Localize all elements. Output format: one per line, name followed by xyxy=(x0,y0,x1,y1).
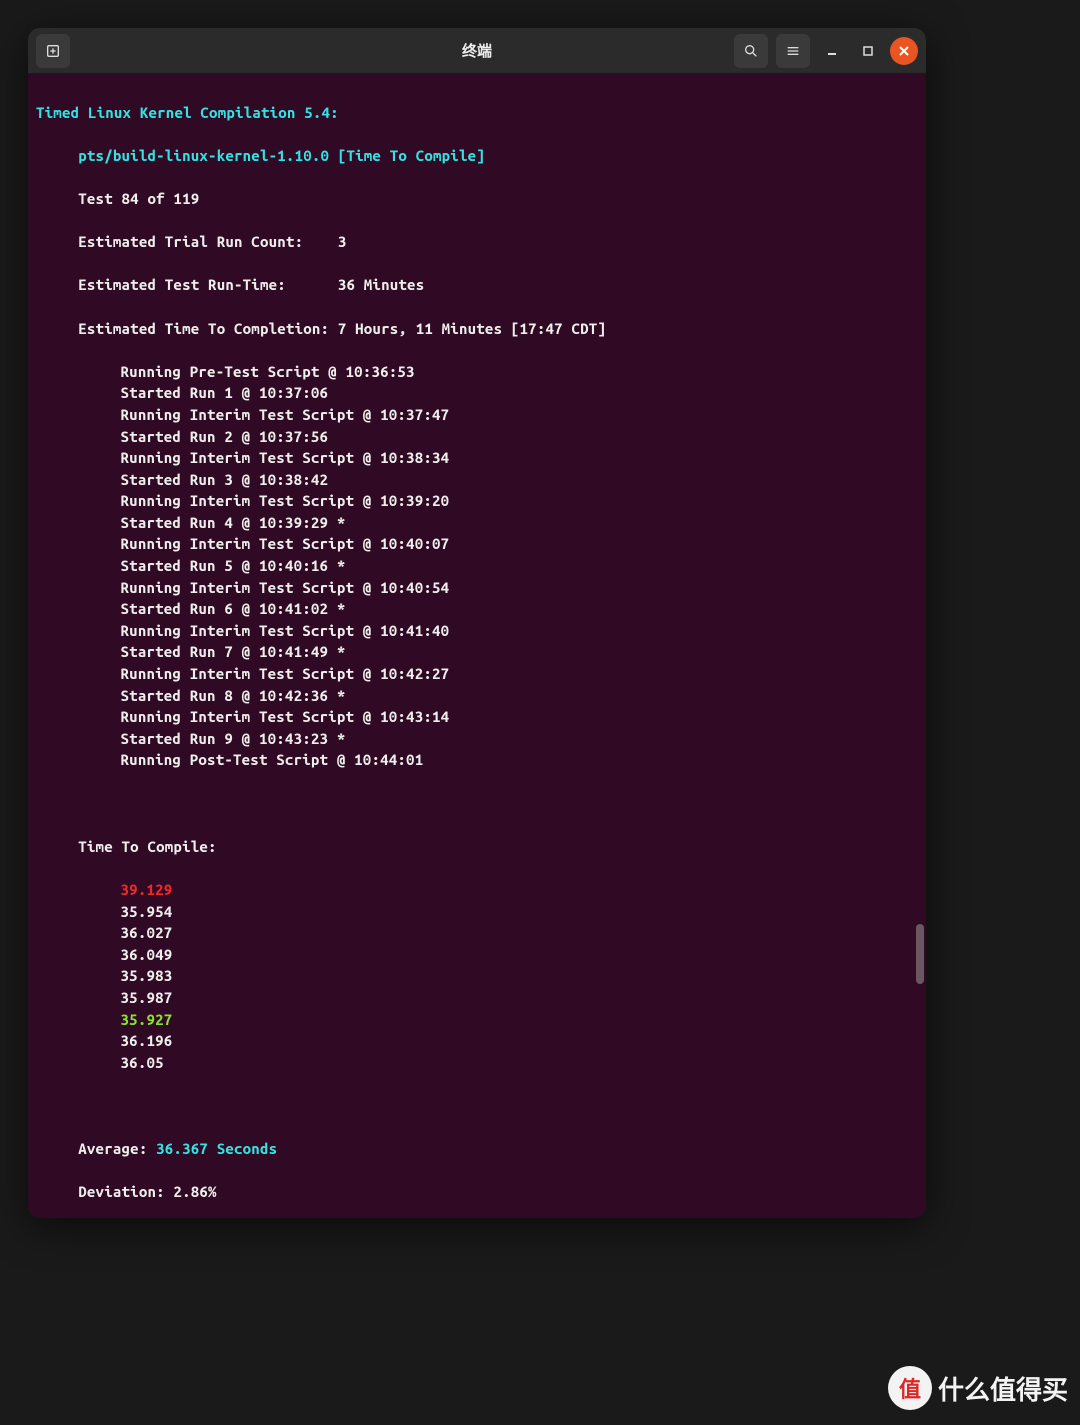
average-line: Average: 36.367 Seconds xyxy=(36,1138,920,1160)
run-log-line: Running Interim Test Script @ 10:37:47 xyxy=(36,404,920,426)
close-button[interactable] xyxy=(890,37,918,65)
run-log-line: Started Run 2 @ 10:37:56 xyxy=(36,426,920,448)
run-log-line: Running Interim Test Script @ 10:43:14 xyxy=(36,706,920,728)
compile-time: 35.983 xyxy=(36,965,920,987)
run-time: Estimated Test Run-Time: 36 Minutes xyxy=(36,274,920,296)
run-log-line: Started Run 8 @ 10:42:36 * xyxy=(36,685,920,707)
menu-button[interactable] xyxy=(776,34,810,68)
window-title: 终端 xyxy=(462,40,492,61)
run-log-line: Running Pre-Test Script @ 10:36:53 xyxy=(36,361,920,383)
benchmark-title: Timed Linux Kernel Compilation 5.4: xyxy=(36,102,920,124)
run-log-line: Running Interim Test Script @ 10:39:20 xyxy=(36,490,920,512)
titlebar: 终端 xyxy=(28,28,926,74)
run-log-line: Running Interim Test Script @ 10:40:54 xyxy=(36,577,920,599)
terminal-output[interactable]: Timed Linux Kernel Compilation 5.4: pts/… xyxy=(28,74,926,1218)
compile-time: 39.129 xyxy=(36,879,920,901)
run-log-line: Started Run 7 @ 10:41:49 * xyxy=(36,641,920,663)
run-log-line: Running Interim Test Script @ 10:40:07 xyxy=(36,533,920,555)
test-progress: Test 84 of 119 xyxy=(36,188,920,210)
run-log-line: Started Run 6 @ 10:41:02 * xyxy=(36,598,920,620)
maximize-button[interactable] xyxy=(854,37,882,65)
trial-count: Estimated Trial Run Count: 3 xyxy=(36,231,920,253)
deviation-line: Deviation: 2.86% xyxy=(36,1181,920,1203)
compile-time: 36.05 xyxy=(36,1052,920,1074)
run-log-line: Running Interim Test Script @ 10:38:34 xyxy=(36,447,920,469)
run-log-line: Started Run 9 @ 10:43:23 * xyxy=(36,728,920,750)
compile-time: 35.954 xyxy=(36,901,920,923)
compile-time: 35.987 xyxy=(36,987,920,1009)
search-button[interactable] xyxy=(734,34,768,68)
subtest-line: pts/build-linux-kernel-1.10.0 [Time To C… xyxy=(36,145,920,167)
scrollbar-thumb[interactable] xyxy=(916,924,924,984)
new-tab-button[interactable] xyxy=(36,34,70,68)
run-log-line: Running Post-Test Script @ 10:44:01 xyxy=(36,749,920,771)
time-to-completion: Estimated Time To Completion: 7 Hours, 1… xyxy=(36,318,920,340)
compile-time: 36.027 xyxy=(36,922,920,944)
compile-time: 35.927 xyxy=(36,1009,920,1031)
run-log-line: Started Run 4 @ 10:39:29 * xyxy=(36,512,920,534)
minimize-button[interactable] xyxy=(818,37,846,65)
compile-time: 36.049 xyxy=(36,944,920,966)
watermark: 值 什么值得买 xyxy=(888,1366,1068,1410)
run-log-line: Running Interim Test Script @ 10:41:40 xyxy=(36,620,920,642)
terminal-window: 终端 Timed Linux Kernel Compilation 5.4: p… xyxy=(28,28,926,1218)
watermark-badge: 值 xyxy=(888,1366,932,1410)
run-log-line: Running Interim Test Script @ 10:42:27 xyxy=(36,663,920,685)
compile-time: 36.196 xyxy=(36,1030,920,1052)
watermark-text: 什么值得买 xyxy=(938,1370,1068,1407)
run-log-line: Started Run 3 @ 10:38:42 xyxy=(36,469,920,491)
run-log-line: Started Run 1 @ 10:37:06 xyxy=(36,382,920,404)
run-log-line: Started Run 5 @ 10:40:16 * xyxy=(36,555,920,577)
compile-header: Time To Compile: xyxy=(36,836,920,858)
